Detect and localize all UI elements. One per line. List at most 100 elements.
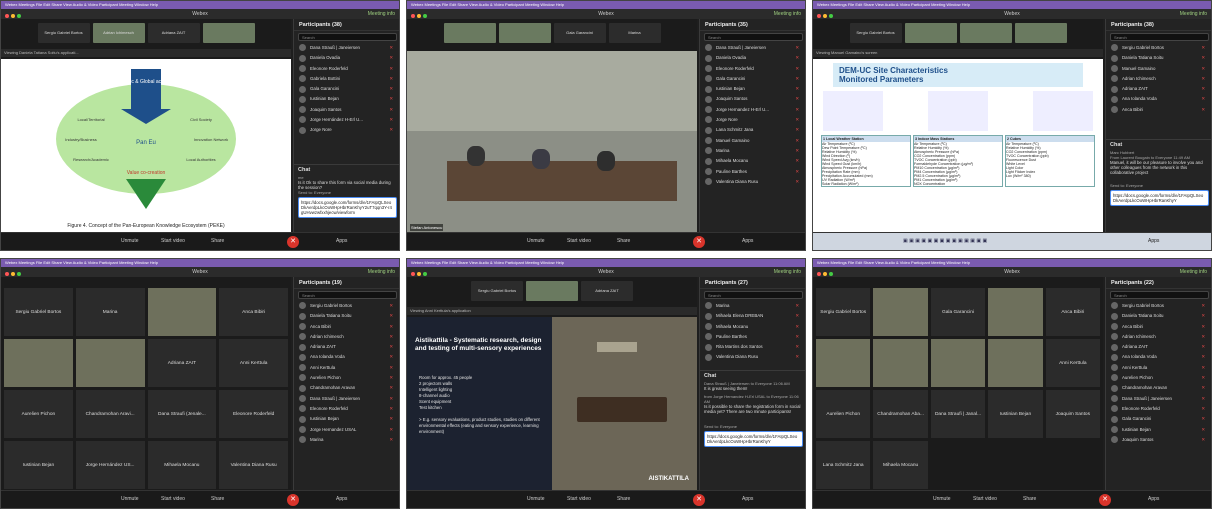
participant-row[interactable]: Iustinian Bejan ✕	[294, 414, 399, 424]
participant-row[interactable]: Daniela Tatiana Soitu ✕	[294, 311, 399, 321]
unmute-button[interactable]: Unmute	[527, 238, 545, 244]
share-button[interactable]: Share	[211, 238, 224, 244]
search-input[interactable]: Search	[1110, 291, 1209, 299]
participant-row[interactable]: Dana Strauß | Janeiersen ✕	[700, 43, 805, 53]
participant-row[interactable]: Marina ✕	[700, 301, 805, 311]
participant-row[interactable]: Daniela Ovadia ✕	[294, 53, 399, 63]
participant-row[interactable]: Jorge Nore ✕	[700, 115, 805, 125]
participant-row[interactable]: Aurelien Pichon ✕	[1106, 373, 1211, 383]
video-tile[interactable]: Anni Kerttula	[1045, 339, 1100, 387]
participant-row[interactable]: Pauline Barthes ✕	[700, 332, 805, 342]
participant-row[interactable]: Mihaela Mocanu ✕	[700, 322, 805, 332]
video-tile[interactable]	[930, 339, 986, 387]
send-to-select[interactable]: Everyone	[720, 424, 737, 429]
search-input[interactable]: Search	[1110, 33, 1209, 41]
video-tile[interactable]: Eleonore Roderfeld	[219, 390, 288, 438]
apps-button[interactable]: Apps	[1148, 238, 1159, 244]
video-thumb[interactable]: Marina	[608, 23, 661, 43]
participant-row[interactable]: Pauline Barthes ✕	[700, 167, 805, 177]
meeting-info-button[interactable]: Meeting info	[1180, 267, 1207, 277]
participant-row[interactable]: Marina ✕	[294, 435, 399, 445]
participant-row[interactable]: Manuel Gamaino ✕	[1106, 64, 1211, 74]
apps-button[interactable]: Apps	[336, 496, 347, 502]
participant-row[interactable]: Jorge Hernández H-Erl U... ✕	[294, 115, 399, 125]
end-call-button[interactable]: ✕	[693, 236, 705, 248]
share-button[interactable]: Share	[1023, 496, 1036, 502]
video-tile[interactable]: Sergiu Gabriel Bortos	[4, 288, 73, 336]
video-tile[interactable]: Anca Bibiri	[1045, 288, 1100, 336]
video-tile[interactable]: Aurelien Pichon	[816, 390, 871, 438]
participant-row[interactable]: Rita Martins dos Santos ✕	[700, 342, 805, 352]
participant-row[interactable]: Sergiu Gabriel Bortos ✕	[294, 301, 399, 311]
participant-row[interactable]: Iustinian Bejan ✕	[700, 84, 805, 94]
participant-row[interactable]: Dana Strauß | Janeiersen ✕	[294, 394, 399, 404]
participant-row[interactable]: Ana Iolanda Voda ✕	[1106, 94, 1211, 104]
share-button[interactable]: Share	[211, 496, 224, 502]
video-tile[interactable]: Valentina Diana Rusu	[219, 441, 288, 489]
participant-row[interactable]: Joaquim Santos ✕	[1106, 435, 1211, 445]
participant-row[interactable]: Mihaela Elena DREBAN ✕	[700, 311, 805, 321]
meeting-info-button[interactable]: Meeting info	[368, 267, 395, 277]
end-call-button[interactable]: ✕	[287, 494, 299, 506]
video-thumb[interactable]: Adrian Ichimesch	[92, 23, 145, 43]
meeting-info-button[interactable]: Meeting info	[774, 267, 801, 277]
participant-row[interactable]: Valentina Diana Rusu ✕	[700, 352, 805, 362]
video-tile[interactable]	[147, 288, 217, 336]
participant-row[interactable]: Joaquim Santos ✕	[700, 94, 805, 104]
participant-row[interactable]: Adrian Ichimesch ✕	[294, 332, 399, 342]
participant-row[interactable]: Anni Kerttula ✕	[294, 363, 399, 373]
meeting-info-button[interactable]: Meeting info	[774, 9, 801, 19]
end-call-button[interactable]: ✕	[1099, 494, 1111, 506]
video-thumb[interactable]	[498, 23, 551, 43]
participant-row[interactable]: Jorge Hernandez USAL ✕	[294, 425, 399, 435]
video-tile[interactable]: Marina	[75, 288, 145, 336]
video-thumb[interactable]: Adriana ZAIT	[581, 281, 633, 301]
video-tile[interactable]: Mihaela Mocanu	[873, 441, 928, 489]
meeting-info-button[interactable]: Meeting info	[1180, 9, 1207, 19]
video-thumb[interactable]: Adriana ZAIT	[147, 23, 200, 43]
share-button[interactable]: Share	[617, 496, 630, 502]
video-thumb[interactable]	[904, 23, 957, 43]
participant-row[interactable]: Jorge Hernandez H-Erl U... ✕	[700, 105, 805, 115]
search-input[interactable]: Search	[298, 33, 397, 41]
video-tile[interactable]: Sergiu Gabriel Bortos	[816, 288, 871, 336]
participant-row[interactable]: Dana Strauß | Janeiersen ✕	[294, 43, 399, 53]
participant-row[interactable]: Anca Bibiri ✕	[1106, 322, 1211, 332]
video-tile[interactable]: Anca Bibiri	[219, 288, 288, 336]
participant-row[interactable]: Chandramohan Aravan ✕	[1106, 383, 1211, 393]
apps-button[interactable]: Apps	[1148, 496, 1159, 502]
send-to-select[interactable]: Everyone	[1126, 183, 1143, 188]
video-tile[interactable]: Aurelien Pichon	[4, 390, 73, 438]
participant-row[interactable]: Eleonore Roderfeld ✕	[1106, 404, 1211, 414]
participant-row[interactable]: Jorge Nore ✕	[294, 125, 399, 135]
video-tile[interactable]: Adriana ZAIT	[147, 339, 217, 387]
unmute-button[interactable]: Unmute	[121, 496, 139, 502]
video-thumb[interactable]	[202, 23, 255, 43]
video-tile[interactable]: Dana Straufi (Jenale...	[147, 390, 217, 438]
unmute-button[interactable]: Unmute	[933, 496, 951, 502]
participant-row[interactable]: Eleonore Roderfeld ✕	[294, 64, 399, 74]
participant-row[interactable]: Daniela Tatiana Soitu ✕	[1106, 53, 1211, 63]
participant-row[interactable]: Adriana ZAIT ✕	[294, 342, 399, 352]
video-tile[interactable]: Anni Kerttula	[219, 339, 288, 387]
video-tile[interactable]: Lana Schmitz Jana	[816, 441, 871, 489]
video-tile[interactable]	[816, 339, 871, 387]
video-thumb[interactable]	[526, 281, 578, 301]
participant-row[interactable]: Iustinian Bejan ✕	[294, 94, 399, 104]
chat-input[interactable]: https://docs.google.com/forms/d/e/1FAIpQ…	[704, 431, 803, 447]
start-video-button[interactable]: Start video	[567, 238, 591, 244]
participant-row[interactable]: Daniela Tatiana Soitu ✕	[1106, 311, 1211, 321]
participant-row[interactable]: Chandramohan Aravan ✕	[294, 383, 399, 393]
participant-row[interactable]: Sergiu Gabriel Bortos ✕	[1106, 43, 1211, 53]
participant-row[interactable]: Sergiu Gabriel Bortos ✕	[1106, 301, 1211, 311]
start-video-button[interactable]: Start video	[567, 496, 591, 502]
send-to-select[interactable]: Everyone	[314, 190, 331, 195]
participant-row[interactable]: Gala Garancini ✕	[294, 84, 399, 94]
chat-input[interactable]: https://docs.google.com/forms/d/e/1FAIpQ…	[1110, 190, 1209, 206]
video-tile[interactable]	[988, 288, 1043, 336]
video-tile[interactable]	[873, 288, 928, 336]
participant-row[interactable]: Iustinian Bejan ✕	[1106, 425, 1211, 435]
participant-row[interactable]: Daniela Ovadia ✕	[700, 53, 805, 63]
video-tile[interactable]: Joaquim Santos	[1045, 390, 1100, 438]
start-video-button[interactable]: Start video	[161, 238, 185, 244]
